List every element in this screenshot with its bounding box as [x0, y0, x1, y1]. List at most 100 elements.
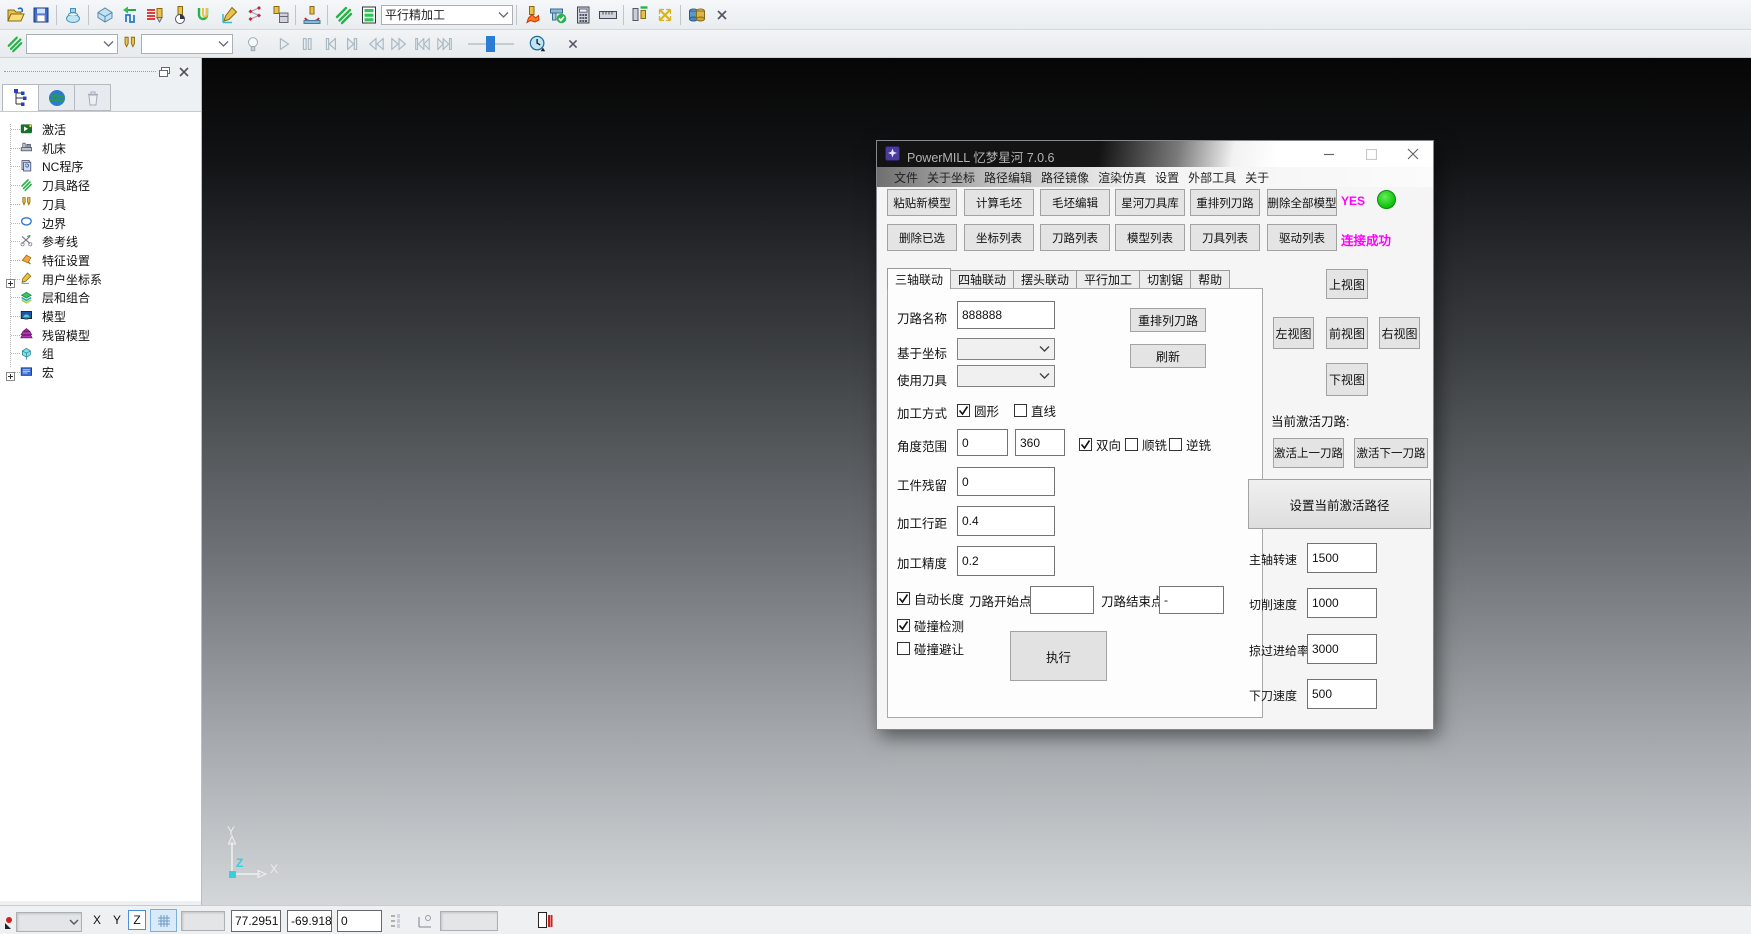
tree-item-patterns[interactable]: 参考线 — [20, 232, 78, 251]
transform-arrows-icon[interactable] — [652, 3, 677, 27]
collision-avoid-checkbox[interactable]: 碰撞避让 — [897, 639, 964, 658]
pause-icon[interactable] — [295, 32, 318, 56]
dialog-tab-帮助[interactable]: 帮助 — [1190, 270, 1230, 289]
step-back-icon[interactable] — [318, 32, 341, 56]
create-toolpath-icon[interactable] — [117, 3, 142, 27]
checkbox[interactable] — [1169, 438, 1182, 451]
fast-forward-icon[interactable] — [387, 32, 410, 56]
toolpath-ribbon-icon[interactable] — [331, 3, 356, 27]
tool-pair-icon[interactable] — [627, 3, 652, 27]
menu-关于坐标[interactable]: 关于坐标 — [927, 169, 975, 186]
nc-program-icon[interactable] — [142, 3, 167, 27]
tree-item-tools[interactable]: 刀具 — [20, 195, 66, 214]
checkbox[interactable] — [1125, 438, 1138, 451]
view-top-button[interactable]: 上视图 — [1326, 269, 1368, 299]
checkbox[interactable] — [1014, 404, 1027, 417]
dialog-tab-四轴联动[interactable]: 四轴联动 — [950, 270, 1014, 289]
toolpath-name-input[interactable] — [957, 301, 1055, 329]
rearrange-toolpath-button[interactable]: 重排列刀路 — [1130, 308, 1206, 332]
view-bottom-button[interactable]: 下视图 — [1326, 363, 1368, 396]
climb-checkbox[interactable]: 顺铣 — [1125, 435, 1167, 454]
grid-toggle-button[interactable] — [150, 909, 177, 932]
action-button-刀路列表[interactable]: 刀路列表 — [1040, 224, 1110, 251]
open-project-icon[interactable] — [3, 3, 28, 27]
tree-item-nc-programs[interactable]: NC程序 — [20, 157, 83, 176]
tree-item-macros[interactable]: 宏 — [20, 363, 54, 382]
stock-barrels-icon[interactable] — [684, 3, 709, 27]
angle-to-input[interactable] — [1015, 429, 1065, 456]
pattern-points-icon[interactable] — [242, 3, 267, 27]
slider-handle[interactable] — [486, 36, 495, 52]
toolbar-combobox[interactable]: 平行精加工 — [381, 5, 513, 25]
dialog-tab-切割锯[interactable]: 切割锯 — [1139, 270, 1191, 289]
print-icon[interactable] — [60, 3, 85, 27]
panel-grip[interactable] — [4, 71, 156, 72]
mode-circle-checkbox[interactable]: 圆形 — [957, 401, 999, 420]
tree-item-models[interactable]: 模型 — [20, 307, 66, 326]
close-x-icon[interactable] — [709, 3, 734, 27]
panel-close-button[interactable] — [177, 65, 191, 78]
execute-button[interactable]: 执行 — [1010, 631, 1107, 681]
coord-y-value[interactable]: -69.918 — [287, 910, 332, 932]
panel-float-button[interactable] — [157, 65, 171, 78]
xyz-list-icon[interactable] — [390, 913, 406, 929]
start-input[interactable] — [1030, 586, 1094, 614]
coord-select[interactable] — [957, 338, 1055, 360]
autolen-checkbox[interactable]: 自动长度 — [897, 589, 964, 608]
block-icon[interactable] — [92, 3, 117, 27]
action-button-计算毛坯[interactable]: 计算毛坯 — [964, 189, 1034, 216]
action-button-粘贴新模型[interactable]: 粘贴新模型 — [887, 189, 957, 216]
mode-line-checkbox[interactable]: 直线 — [1014, 401, 1056, 420]
play-icon[interactable] — [272, 32, 295, 56]
tree-item-toolpaths[interactable]: 刀具路径 — [20, 176, 90, 195]
tree-item-boundaries[interactable]: 边界 — [20, 214, 66, 233]
draft-pencil-icon[interactable] — [217, 3, 242, 27]
stock-input[interactable] — [957, 467, 1055, 496]
menu-外部工具[interactable]: 外部工具 — [1188, 169, 1236, 186]
save-project-icon[interactable] — [28, 3, 53, 27]
dialog-tab-平行加工[interactable]: 平行加工 — [1076, 270, 1140, 289]
refresh-button[interactable]: 刷新 — [1130, 344, 1206, 368]
tree-item-feature-sets[interactable]: 特征设置 — [20, 251, 90, 270]
tool-drills-icon[interactable] — [118, 32, 141, 56]
menu-关于[interactable]: 关于 — [1245, 169, 1269, 186]
calculator-icon[interactable] — [570, 3, 595, 27]
y-axis-button[interactable]: Y — [108, 910, 126, 930]
axes-tool-icon[interactable] — [414, 912, 434, 930]
explorer-tab-trash[interactable] — [74, 84, 111, 111]
bulb-icon[interactable] — [241, 32, 264, 56]
checkbox[interactable] — [897, 642, 910, 655]
leads-links-icon[interactable] — [299, 3, 324, 27]
end-input[interactable] — [1159, 586, 1224, 614]
toolpath-ribbon-icon[interactable] — [3, 32, 26, 56]
action-button-删除已选[interactable]: 删除已选 — [887, 224, 957, 251]
collision-burst-icon[interactable] — [520, 3, 545, 27]
close-button[interactable] — [1397, 141, 1429, 167]
go-end-icon[interactable] — [433, 32, 456, 56]
clipboard-icon[interactable] — [536, 911, 554, 931]
z-axis-button[interactable]: Z — [128, 910, 146, 930]
explorer-tab-globe[interactable] — [38, 84, 75, 111]
menu-文件[interactable]: 文件 — [894, 169, 918, 186]
minimize-button[interactable] — [1313, 141, 1345, 167]
action-button-驱动列表[interactable]: 驱动列表 — [1267, 224, 1337, 251]
action-button-模型列表[interactable]: 模型列表 — [1115, 224, 1185, 251]
menu-路径编辑[interactable]: 路径编辑 — [984, 169, 1032, 186]
tree-expander[interactable] — [6, 275, 15, 284]
view-left-button[interactable]: 左视图 — [1273, 317, 1314, 349]
action-button-坐标列表[interactable]: 坐标列表 — [964, 224, 1034, 251]
speed-input-主轴转速[interactable] — [1307, 543, 1377, 573]
tree-expander[interactable] — [6, 368, 15, 377]
simulation-speed-slider[interactable] — [468, 35, 514, 53]
strategy-list-icon[interactable] — [356, 3, 381, 27]
tree-item-groups[interactable]: 组 — [20, 344, 54, 363]
action-button-星河刀具库[interactable]: 星河刀具库 — [1115, 189, 1185, 216]
menu-设置[interactable]: 设置 — [1155, 169, 1179, 186]
tree-item-machine[interactable]: 机床 — [20, 139, 66, 158]
bidir-checkbox[interactable]: 双向 — [1079, 435, 1121, 454]
toolholder-box-icon[interactable] — [267, 3, 292, 27]
action-button-删除全部模型[interactable]: 删除全部模型 — [1267, 189, 1337, 216]
menu-渲染仿真[interactable]: 渲染仿真 — [1098, 169, 1146, 186]
step-forward-icon[interactable] — [341, 32, 364, 56]
maximize-button[interactable] — [1355, 141, 1387, 167]
